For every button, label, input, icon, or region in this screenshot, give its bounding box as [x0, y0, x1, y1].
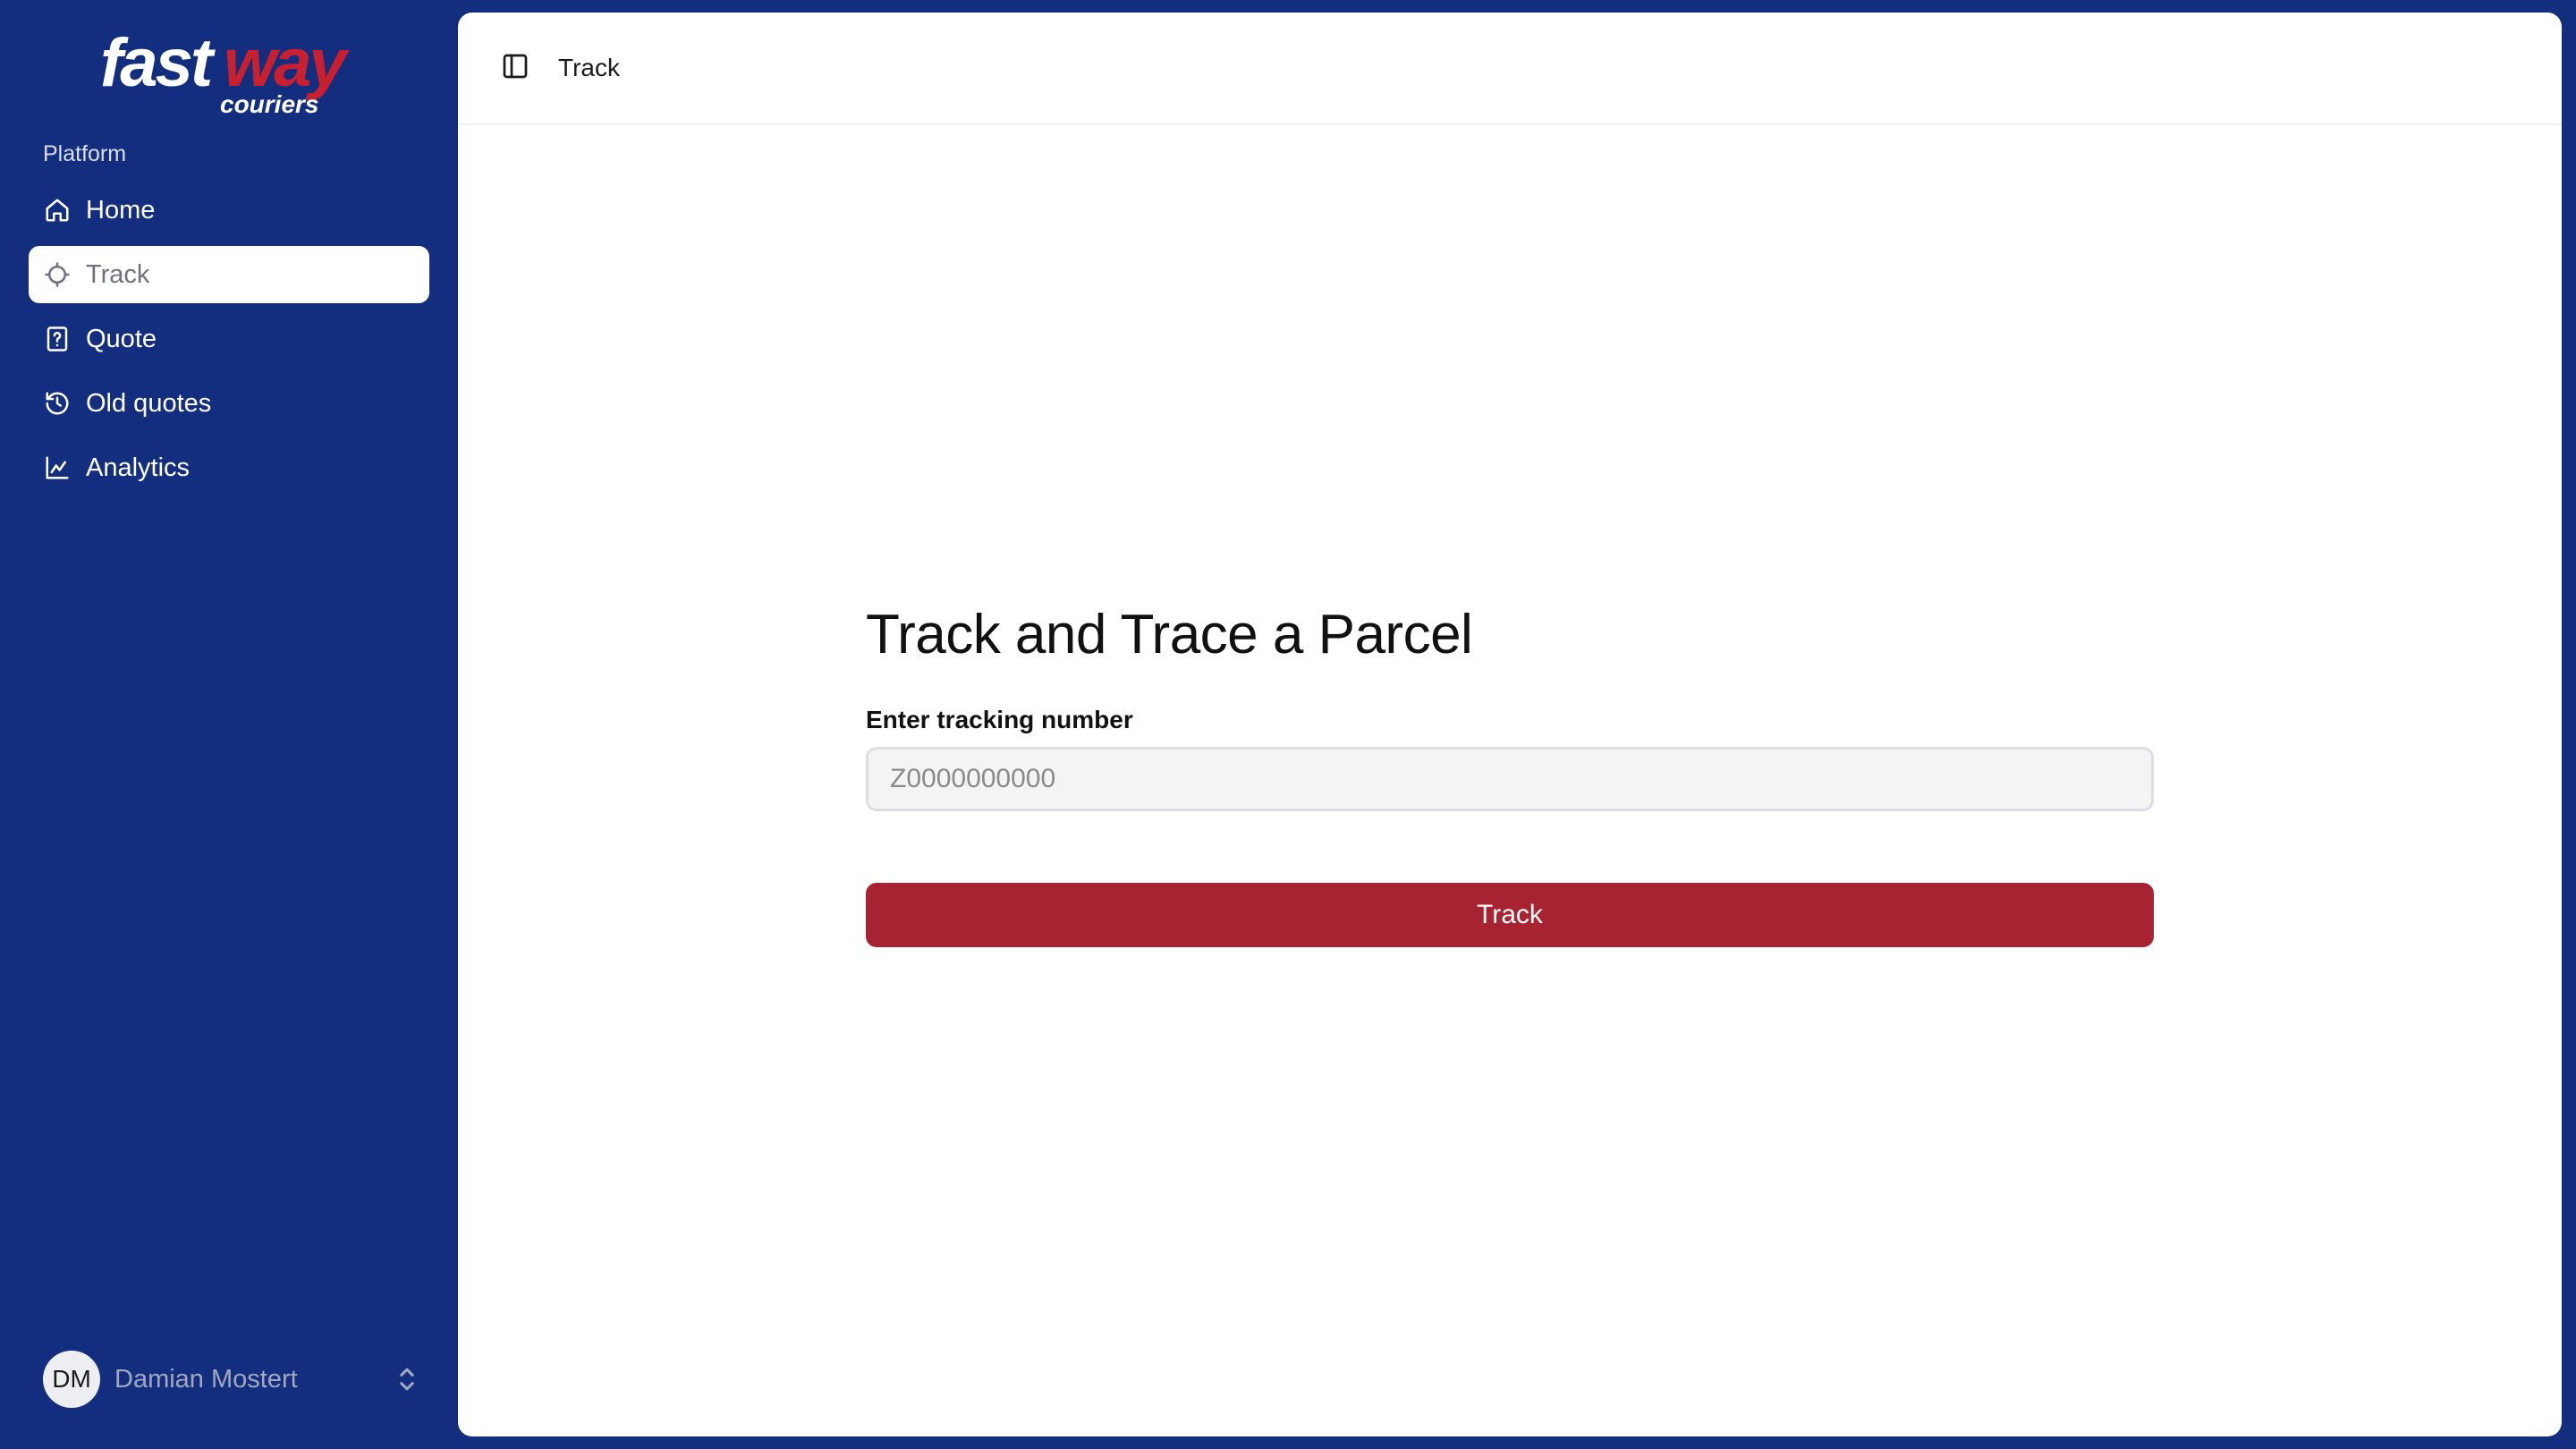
breadcrumb: Track	[558, 54, 620, 81]
track-form: Track and Trace a Parcel Enter tracking …	[866, 603, 2154, 947]
sidebar-item-quote[interactable]: Quote	[29, 310, 429, 368]
svg-text:couriers: couriers	[220, 90, 319, 116]
main-panel: Track Track and Trace a Parcel Enter tra…	[458, 13, 2562, 1436]
sidebar: fast way couriers Platform Home Track Qu…	[0, 0, 458, 1449]
sidebar-item-analytics[interactable]: Analytics	[29, 439, 429, 496]
crosshair-icon	[43, 260, 72, 289]
sidebar-toggle-button[interactable]	[488, 41, 542, 95]
file-question-icon	[43, 325, 72, 353]
track-button[interactable]: Track	[866, 883, 2154, 947]
sidebar-item-home[interactable]: Home	[29, 182, 429, 239]
sidebar-item-label: Quote	[86, 324, 157, 353]
sidebar-section-label: Platform	[43, 141, 127, 166]
avatar: DM	[43, 1351, 100, 1408]
sidebar-item-label: Analytics	[86, 453, 191, 482]
tracking-number-label: Enter tracking number	[866, 706, 1133, 733]
svg-text:fast: fast	[100, 25, 216, 101]
chart-icon	[43, 453, 72, 482]
sidebar-item-label: Old quotes	[86, 388, 212, 418]
sidebar-item-label: Track	[86, 259, 150, 289]
user-name: Damian Mostert	[114, 1364, 298, 1394]
page-title: Track and Trace a Parcel	[866, 604, 1473, 665]
chevrons-up-down-icon	[395, 1364, 419, 1394]
tracking-number-input[interactable]	[866, 747, 2154, 811]
sidebar-item-track[interactable]: Track	[29, 246, 429, 303]
fastway-logo[interactable]: fast way couriers	[97, 23, 365, 116]
sidebar-item-label: Home	[86, 195, 156, 225]
top-bar: Track	[458, 13, 2562, 125]
sidebar-item-old-quotes[interactable]: Old quotes	[29, 375, 429, 432]
app-root: fast way couriers Platform Home Track Qu…	[0, 0, 2576, 1449]
panel-left-icon	[501, 52, 530, 85]
fastway-logo-graphic: fast way couriers	[100, 25, 352, 116]
history-icon	[43, 389, 72, 418]
user-menu[interactable]: DM Damian Mostert	[43, 1351, 419, 1408]
sidebar-nav: Home Track Quote Old quotes Analytics	[29, 182, 429, 504]
home-icon	[43, 196, 72, 225]
